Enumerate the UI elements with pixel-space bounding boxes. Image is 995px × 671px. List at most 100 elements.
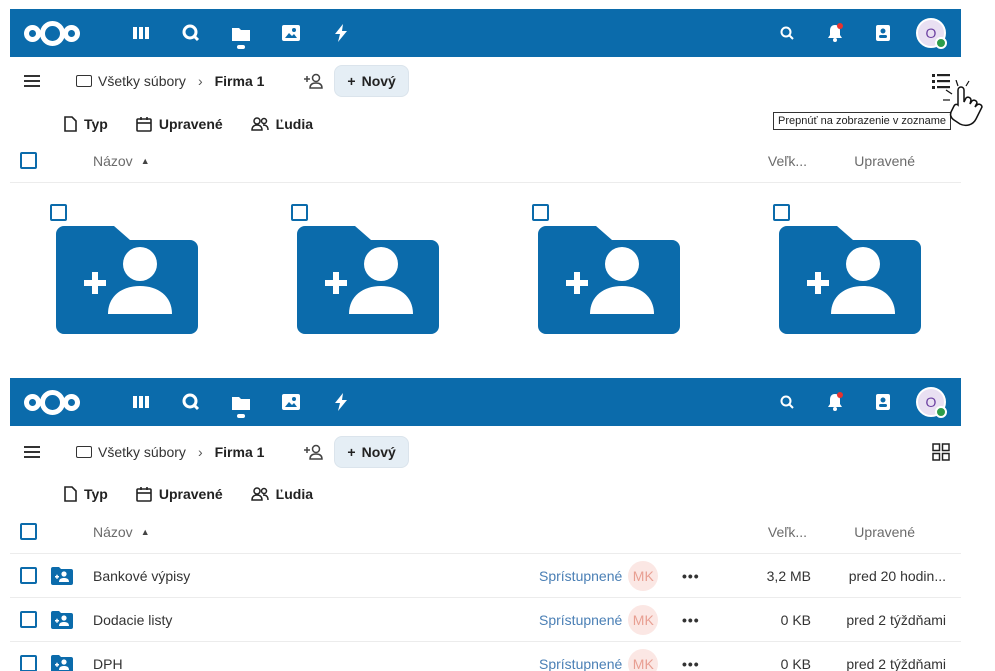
new-button[interactable]: + Nový <box>334 65 409 97</box>
filter-people[interactable]: Ľudia <box>250 486 313 502</box>
chevron-right-icon: › <box>197 444 203 460</box>
files-table-header: Názov ▲ Veľk... Upravené <box>10 510 961 554</box>
dashboard-icon[interactable] <box>116 378 166 426</box>
file-name[interactable]: Dodacie listy <box>93 612 172 628</box>
calendar-icon <box>136 487 152 502</box>
file-name[interactable]: DPH <box>93 656 123 671</box>
top-header: O <box>10 378 961 426</box>
more-actions-icon[interactable]: ••• <box>682 612 700 628</box>
file-size: 0 KB <box>780 655 811 671</box>
avatar[interactable]: O <box>916 387 947 418</box>
row-checkbox[interactable] <box>20 655 37 671</box>
new-button-label: Nový <box>361 444 396 460</box>
folder-outline-icon <box>76 75 92 87</box>
avatar: MK <box>628 604 659 635</box>
breadcrumb-root[interactable]: Všetky súbory <box>98 444 186 460</box>
row-checkbox[interactable] <box>20 567 37 584</box>
breadcrumb: Všetky súbory › Firma 1 <box>76 444 264 460</box>
photos-icon[interactable] <box>266 378 316 426</box>
hand-cursor-icon <box>943 80 983 127</box>
navigation-toggle-button[interactable] <box>10 432 54 472</box>
more-actions-icon[interactable]: ••• <box>682 656 700 671</box>
online-status-icon <box>935 37 947 49</box>
column-name-header[interactable]: Názov ▲ <box>93 153 150 169</box>
folder-outline-icon <box>76 446 92 458</box>
grid-view-toggle-button[interactable] <box>921 434 961 470</box>
grid-tile[interactable] <box>50 200 291 350</box>
column-modified-header[interactable]: Upravené <box>854 524 915 540</box>
column-name-header[interactable]: Názov ▲ <box>93 524 150 540</box>
column-size-header[interactable]: Veľk... <box>768 153 807 169</box>
filter-people[interactable]: Ľudia <box>250 116 313 132</box>
tooltip: Prepnúť na zobrazenie v zozname <box>773 112 952 130</box>
filter-type[interactable]: Typ <box>64 116 108 132</box>
tile-checkbox[interactable] <box>773 204 790 221</box>
shared-indicator[interactable]: Sprístupnené MK <box>539 648 659 671</box>
activity-icon[interactable] <box>316 378 366 426</box>
search-icon[interactable] <box>763 9 811 57</box>
notifications-icon[interactable] <box>811 9 859 57</box>
file-modified: pred 20 hodin... <box>848 567 946 584</box>
search-app-icon[interactable] <box>166 9 216 57</box>
column-modified-header[interactable]: Upravené <box>854 153 915 169</box>
shared-folder-icon <box>51 566 73 585</box>
list-view-panel: O Všetky súbory › Firma 1 + Nový Typ Upr… <box>0 374 995 671</box>
grid-view-panel: O Všetky súbory › Firma 1 + Nový Typ Upr… <box>0 0 995 360</box>
files-list: Bankové výpisy Sprístupnené MK ••• 3,2 M… <box>10 554 961 671</box>
filter-type[interactable]: Typ <box>64 486 108 502</box>
share-user-add-icon[interactable] <box>300 439 326 465</box>
breadcrumb-current[interactable]: Firma 1 <box>215 73 265 89</box>
breadcrumb-root[interactable]: Všetky súbory <box>98 73 186 89</box>
tile-checkbox[interactable] <box>50 204 67 221</box>
avatar: MK <box>628 560 659 591</box>
share-user-add-icon[interactable] <box>300 68 326 94</box>
contacts-icon[interactable] <box>859 9 907 57</box>
tile-checkbox[interactable] <box>291 204 308 221</box>
table-row[interactable]: Dodacie listy Sprístupnené MK ••• 0 KB p… <box>10 598 961 642</box>
search-app-icon[interactable] <box>166 378 216 426</box>
files-icon[interactable] <box>216 378 266 426</box>
avatar[interactable]: O <box>916 18 947 49</box>
user-menu[interactable]: O <box>907 378 955 426</box>
files-icon[interactable] <box>216 9 266 57</box>
grid-tile[interactable] <box>773 200 995 350</box>
app-menu <box>116 9 366 57</box>
filter-modified[interactable]: Upravené <box>136 116 223 132</box>
grid-view-icon <box>932 443 950 461</box>
activity-icon[interactable] <box>316 9 366 57</box>
file-size: 3,2 MB <box>766 567 811 584</box>
shared-indicator[interactable]: Sprístupnené MK <box>539 560 659 591</box>
file-icon <box>64 116 77 132</box>
grid-tile[interactable] <box>532 200 773 350</box>
search-icon[interactable] <box>763 378 811 426</box>
table-row[interactable]: Bankové výpisy Sprístupnené MK ••• 3,2 M… <box>10 554 961 598</box>
file-name[interactable]: Bankové výpisy <box>93 568 190 584</box>
navigation-toggle-button[interactable] <box>10 61 54 101</box>
files-table-header: Názov ▲ Veľk... Upravené <box>10 139 961 183</box>
breadcrumb-current[interactable]: Firma 1 <box>215 444 265 460</box>
plus-icon: + <box>347 73 356 89</box>
shared-folder-icon <box>51 654 73 671</box>
shared-folder-icon <box>779 226 921 334</box>
nextcloud-logo[interactable] <box>24 21 84 46</box>
dashboard-icon[interactable] <box>116 9 166 57</box>
notifications-icon[interactable] <box>811 378 859 426</box>
new-button[interactable]: + Nový <box>334 436 409 468</box>
breadcrumb: Všetky súbory › Firma 1 <box>76 73 264 89</box>
more-actions-icon[interactable]: ••• <box>682 568 700 584</box>
row-checkbox[interactable] <box>20 611 37 628</box>
contacts-icon[interactable] <box>859 378 907 426</box>
filter-modified[interactable]: Upravené <box>136 486 223 502</box>
file-modified: pred 2 týždňami <box>846 655 946 671</box>
shared-folder-icon <box>56 226 198 334</box>
table-row[interactable]: DPH Sprístupnené MK ••• 0 KB pred 2 týžd… <box>10 642 961 671</box>
grid-tile[interactable] <box>291 200 532 350</box>
nextcloud-logo[interactable] <box>24 390 84 415</box>
select-all-checkbox[interactable] <box>20 523 37 540</box>
user-menu[interactable]: O <box>907 9 955 57</box>
photos-icon[interactable] <box>266 9 316 57</box>
tile-checkbox[interactable] <box>532 204 549 221</box>
column-size-header[interactable]: Veľk... <box>768 524 807 540</box>
select-all-checkbox[interactable] <box>20 152 37 169</box>
shared-indicator[interactable]: Sprístupnené MK <box>539 604 659 635</box>
